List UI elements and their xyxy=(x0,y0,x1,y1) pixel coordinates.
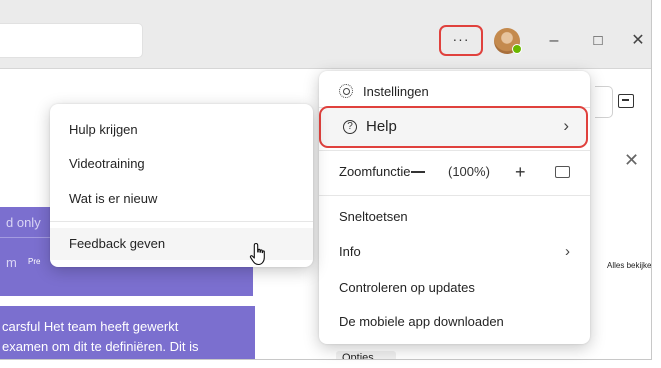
toolbar-button-group[interactable] xyxy=(595,86,613,118)
close-button[interactable]: ✕ xyxy=(626,29,650,53)
menu-item-shortcuts[interactable]: Sneltoetsen xyxy=(319,202,590,232)
divider xyxy=(50,221,313,222)
presence-available-icon xyxy=(512,44,522,54)
content-card-2[interactable]: carsful Het team heeft gewerkt examen om… xyxy=(0,306,255,359)
card-text: d only xyxy=(6,215,41,230)
chevron-right-icon: › xyxy=(565,243,570,260)
submenu-item-video-training[interactable]: Videotraining xyxy=(50,148,313,180)
submenu-item-whats-new[interactable]: Wat is er nieuw xyxy=(50,183,313,215)
zoom-level: (100%) xyxy=(448,164,490,179)
options-button[interactable]: Opties xyxy=(336,351,396,359)
menu-item-label: Info xyxy=(339,244,361,259)
menu-item-help[interactable]: ? Help › xyxy=(319,106,588,148)
submenu-item-label: Videotraining xyxy=(69,156,145,171)
divider xyxy=(319,195,590,196)
submenu-item-get-help[interactable]: Hulp krijgen xyxy=(50,114,313,146)
minimize-button[interactable]: – xyxy=(542,29,566,53)
see-all-link[interactable]: Alles bekijken xyxy=(607,261,651,270)
menu-item-label: Help xyxy=(366,118,397,135)
menu-item-settings[interactable]: Instellingen xyxy=(319,77,590,107)
help-submenu: Hulp krijgen Videotraining Wat is er nie… xyxy=(50,104,313,267)
fullscreen-icon[interactable] xyxy=(555,166,570,178)
more-options-button[interactable]: ··· xyxy=(439,25,483,56)
card-tag: Pre xyxy=(28,257,41,266)
divider xyxy=(0,68,651,69)
help-icon: ? xyxy=(343,120,357,134)
zoom-out-button[interactable] xyxy=(411,171,425,173)
share-screen-icon[interactable] xyxy=(618,94,634,108)
card-text: m xyxy=(6,255,17,270)
submenu-item-feedback[interactable]: Feedback geven xyxy=(50,228,313,260)
menu-item-info[interactable]: Info › xyxy=(319,237,590,267)
card-text-line-1: carsful Het team heeft gewerkt xyxy=(2,319,179,334)
gear-icon xyxy=(339,84,353,98)
submenu-item-label: Hulp krijgen xyxy=(69,122,138,137)
divider xyxy=(319,150,590,151)
menu-item-mobile-app[interactable]: De mobiele app downloaden xyxy=(319,307,590,337)
zoom-in-button[interactable]: + xyxy=(515,157,526,187)
hand-cursor-icon xyxy=(249,242,265,266)
submenu-item-label: Feedback geven xyxy=(69,236,166,251)
chevron-right-icon: › xyxy=(563,116,569,135)
menu-item-label: Instellingen xyxy=(363,84,429,99)
menu-item-check-updates[interactable]: Controleren op updates xyxy=(319,273,590,303)
submenu-item-label: Wat is er nieuw xyxy=(69,191,158,206)
menu-item-zoom: Zoomfunctie (100%) + xyxy=(319,157,590,187)
title-bar: ··· – □ ✕ xyxy=(0,0,651,68)
maximize-button[interactable]: □ xyxy=(586,29,610,53)
close-panel-icon[interactable]: ✕ xyxy=(624,150,639,171)
card-text-line-2: examen om dit te definiëren. Dit is xyxy=(2,339,199,354)
menu-item-label: De mobiele app downloaden xyxy=(339,314,504,329)
menu-item-label: Controleren op updates xyxy=(339,280,475,295)
menu-item-label: Sneltoetsen xyxy=(339,209,408,224)
menu-item-label: Zoomfunctie xyxy=(339,164,411,179)
search-input[interactable] xyxy=(0,23,143,58)
card-text: carsful Het team heeft gewerkt examen om… xyxy=(2,317,199,357)
